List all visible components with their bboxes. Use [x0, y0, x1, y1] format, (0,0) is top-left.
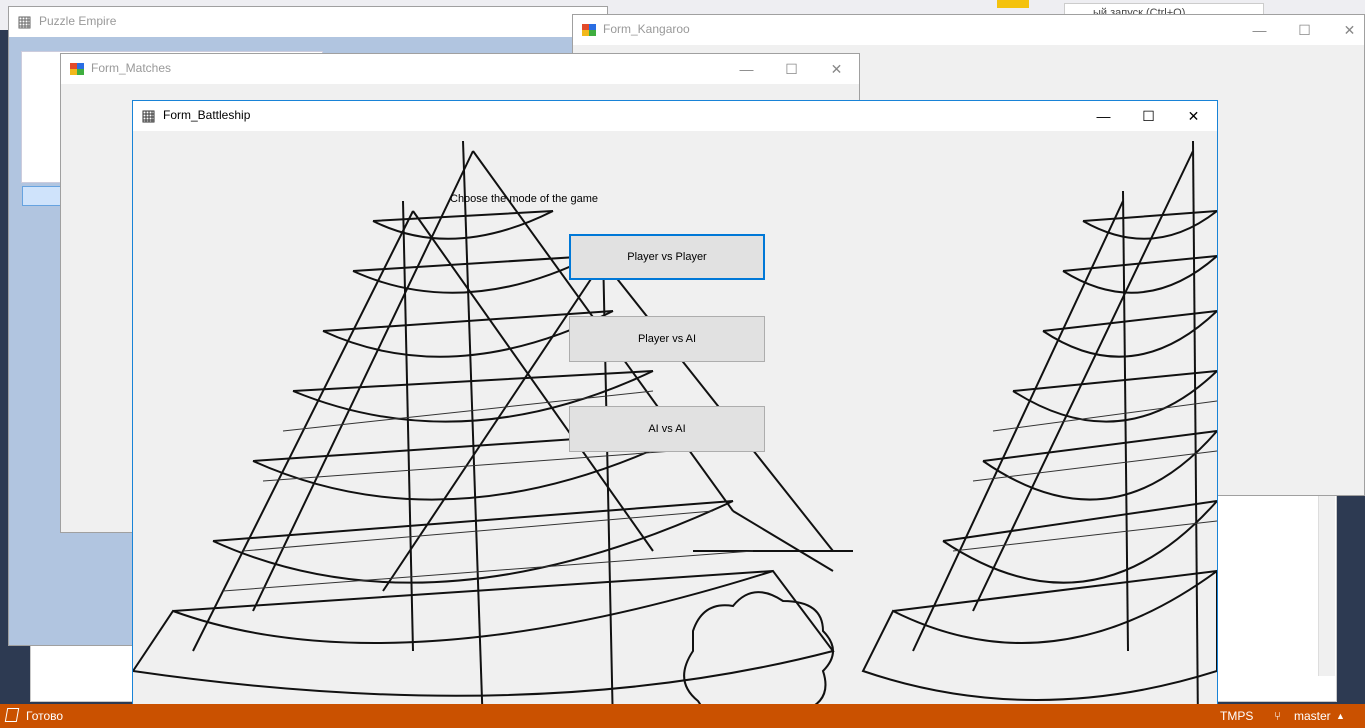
status-tmps[interactable]: TMPS — [1220, 709, 1253, 723]
ai-vs-ai-button[interactable]: AI vs AI — [569, 406, 765, 452]
minimize-button[interactable]: — — [1237, 15, 1282, 45]
puzzle-empire-titlebar[interactable]: Puzzle Empire — [9, 7, 607, 37]
window-title: Form_Kangaroo — [603, 22, 690, 36]
app-grid-icon — [142, 110, 155, 123]
close-button[interactable]: ✕ — [1327, 15, 1364, 45]
player-vs-player-button[interactable]: Player vs Player — [569, 234, 765, 280]
maximize-button[interactable]: ☐ — [1282, 15, 1327, 45]
status-ready-text: Готово — [26, 709, 64, 723]
player-vs-ai-button[interactable]: Player vs AI — [569, 316, 765, 362]
minimize-button[interactable]: — — [724, 54, 769, 84]
status-window-icon — [4, 708, 20, 722]
window-title: Puzzle Empire — [39, 14, 117, 28]
battleship-client-area: Choose the mode of the game Player vs Pl… — [133, 131, 1217, 727]
ide-status-bar: Готово TMPS ⑂ master ▲ — [0, 704, 1365, 728]
ide-notification-marker — [997, 0, 1029, 8]
battleship-window: Form_Battleship — ☐ ✕ Choose the mode of… — [132, 100, 1218, 728]
maximize-button[interactable]: ☐ — [1126, 101, 1171, 131]
ide-editor-scrollbar[interactable] — [1318, 490, 1335, 676]
close-button[interactable]: ✕ — [814, 54, 859, 84]
matches-titlebar[interactable]: Form_Matches — ☐ ✕ — [61, 54, 859, 84]
branch-icon[interactable]: ⑂ — [1274, 709, 1281, 723]
kangaroo-titlebar[interactable]: Form_Kangaroo — ☐ ✕ — [573, 15, 1364, 45]
window-title: Form_Matches — [91, 61, 172, 75]
chevron-up-icon[interactable]: ▲ — [1336, 711, 1345, 721]
form-icon — [70, 63, 84, 75]
form-icon — [582, 24, 596, 36]
close-button[interactable]: ✕ — [1171, 101, 1216, 131]
mode-prompt-label: Choose the mode of the game — [450, 193, 598, 205]
minimize-button[interactable]: — — [1081, 101, 1126, 131]
window-title: Form_Battleship — [163, 108, 251, 122]
battleship-titlebar[interactable]: Form_Battleship — ☐ ✕ — [133, 101, 1217, 131]
status-branch[interactable]: master — [1294, 709, 1331, 723]
app-grid-icon — [18, 16, 31, 29]
maximize-button[interactable]: ☐ — [769, 54, 814, 84]
